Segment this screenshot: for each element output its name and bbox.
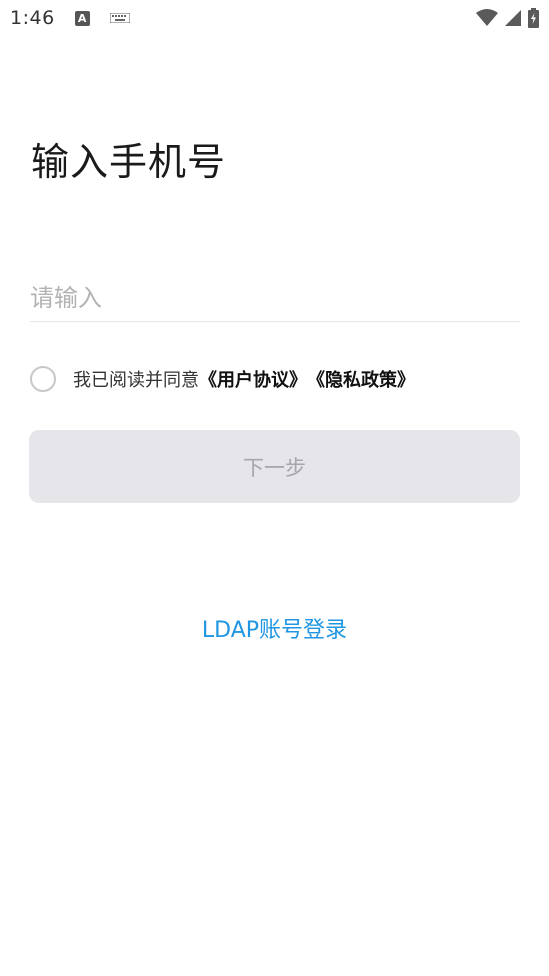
status-left: 1:46 A	[10, 7, 130, 29]
keyboard-icon	[109, 13, 130, 23]
cell-signal-icon	[505, 10, 521, 26]
status-bar: 1:46 A	[0, 0, 549, 36]
a-notification-icon: A	[74, 10, 90, 26]
agreement-row: 我已阅读并同意 《用户协议》 《隐私政策》	[30, 366, 415, 392]
next-step-button[interactable]: 下一步	[29, 430, 520, 503]
battery-charging-icon	[528, 8, 539, 28]
wifi-icon	[476, 9, 498, 26]
status-right	[476, 8, 539, 28]
agreement-text: 我已阅读并同意	[73, 370, 199, 391]
page-title: 输入手机号	[31, 140, 227, 184]
privacy-policy-link[interactable]: 《隐私政策》	[307, 366, 415, 392]
agreement-checkbox[interactable]	[30, 366, 56, 392]
user-agreement-link[interactable]: 《用户协议》	[199, 366, 307, 392]
ldap-login-link[interactable]: LDAP账号登录	[0, 612, 549, 644]
status-time: 1:46	[10, 7, 55, 29]
login-screen: 1:46 A 输入手机号 我已阅读并同	[0, 0, 549, 976]
phone-number-input[interactable]	[30, 274, 520, 322]
